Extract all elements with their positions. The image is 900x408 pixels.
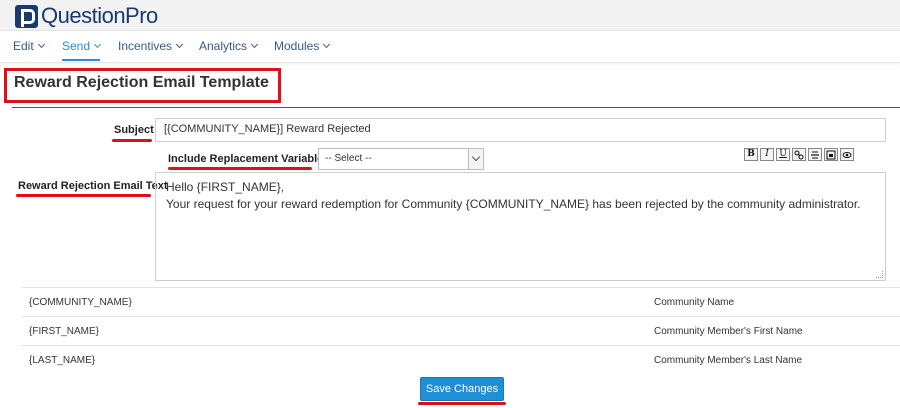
subject-underline-highlight <box>112 139 152 142</box>
bold-button[interactable]: B <box>744 148 758 161</box>
replacement-variables-table: {COMMUNITY_NAME} Community Name {FIRST_N… <box>21 287 900 374</box>
menu-analytics-label: Analytics <box>199 39 248 53</box>
page-title: Reward Rejection Email Template <box>14 74 269 91</box>
link-button[interactable] <box>792 148 806 161</box>
chevron-down-icon <box>37 40 45 49</box>
menu-modules-label: Modules <box>274 39 320 53</box>
chevron-down-icon <box>323 40 331 49</box>
preview-button[interactable] <box>840 148 854 161</box>
link-icon <box>794 150 804 159</box>
save-changes-button[interactable]: Save Changes <box>420 377 504 401</box>
table-row: {COMMUNITY_NAME} Community Name <box>21 287 900 316</box>
strikethrough-icon <box>811 151 819 158</box>
editor-toolbar: B I U <box>744 148 854 162</box>
menu-incentives[interactable]: Incentives <box>118 39 184 53</box>
variable-name: {COMMUNITY_NAME} <box>29 297 132 308</box>
questionpro-logo[interactable]: QuestionPro <box>15 3 158 28</box>
menu-send[interactable]: Send <box>62 39 102 61</box>
image-icon <box>826 150 836 159</box>
resize-handle-icon[interactable] <box>876 271 883 278</box>
chevron-down-icon <box>93 40 102 49</box>
strikethrough-button[interactable] <box>808 148 822 161</box>
email-body-line: Your request for your reward redemption … <box>166 197 861 211</box>
chevron-down-icon <box>175 40 184 49</box>
italic-button[interactable]: I <box>760 148 774 161</box>
variables-underline-highlight <box>168 167 312 170</box>
menu-send-label: Send <box>62 39 91 53</box>
variable-description: Community Member's Last Name <box>654 355 803 366</box>
body-underline-highlight <box>16 194 151 197</box>
variable-description: Community Member's First Name <box>654 326 803 337</box>
menu-incentives-label: Incentives <box>118 39 173 53</box>
replacement-variables-select[interactable]: -- Select -- <box>318 148 484 170</box>
table-row: {LAST_NAME} Community Member's Last Name <box>21 345 900 374</box>
email-body-textarea[interactable]: Hello {FIRST_NAME}, Your request for you… <box>155 172 886 281</box>
variable-name: {FIRST_NAME} <box>29 326 100 337</box>
preview-eye-icon <box>842 151 852 158</box>
menu-modules[interactable]: Modules <box>274 39 331 53</box>
subject-label: Subject <box>114 124 154 136</box>
variable-name: {LAST_NAME} <box>29 355 96 366</box>
chevron-down-icon <box>468 149 483 169</box>
replacement-variables-label: Include Replacement Variables: <box>168 153 334 165</box>
menu-edit[interactable]: Edit <box>13 39 45 53</box>
email-body-line: Hello {FIRST_NAME}, <box>166 180 285 194</box>
menu-edit-label: Edit <box>13 39 34 53</box>
save-underline-highlight <box>418 402 506 405</box>
chevron-down-icon <box>250 40 259 49</box>
select-value: -- Select -- <box>325 153 372 164</box>
title-divider <box>12 107 900 108</box>
logo-text: QuestionPro <box>41 3 158 28</box>
menu-analytics[interactable]: Analytics <box>199 39 259 53</box>
email-body-label: Reward Rejection Email Text <box>18 180 168 192</box>
subject-input[interactable]: [{COMMUNITY_NAME}] Reward Rejected <box>155 118 886 142</box>
image-button[interactable] <box>824 148 838 161</box>
main-menu: Edit Send Incentives Analytics Modules <box>0 31 900 63</box>
logo-icon <box>15 4 38 28</box>
underline-button[interactable]: U <box>776 148 790 161</box>
top-bar: QuestionPro <box>0 0 900 31</box>
variable-description: Community Name <box>654 297 735 308</box>
table-row: {FIRST_NAME} Community Member's First Na… <box>21 316 900 345</box>
